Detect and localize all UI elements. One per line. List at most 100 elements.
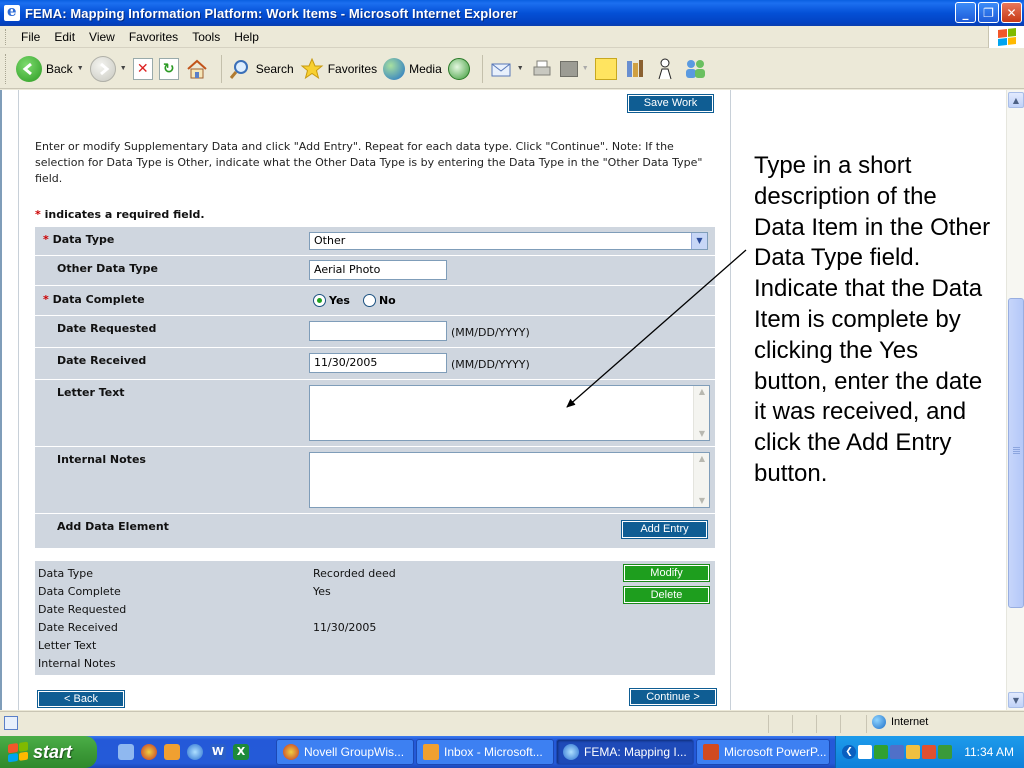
internal-notes-label: Internal Notes bbox=[57, 453, 146, 466]
other-data-type-input[interactable]: Aerial Photo bbox=[309, 260, 447, 280]
stop-button[interactable]: ✕ bbox=[132, 57, 153, 80]
letter-text-scrollbar[interactable]: ▲ ▼ bbox=[693, 386, 709, 440]
continue-button[interactable]: Continue > bbox=[629, 688, 717, 706]
edit-button[interactable]: ▼ bbox=[559, 60, 589, 77]
history-button[interactable] bbox=[447, 57, 470, 80]
menu-favorites[interactable]: Favorites bbox=[122, 30, 185, 44]
clock-tray-icon[interactable] bbox=[906, 745, 920, 759]
page-status-icon bbox=[4, 716, 18, 730]
summary-value: Recorded deed bbox=[313, 567, 396, 580]
date-received-label: Date Received bbox=[57, 354, 147, 367]
security-tray-icon[interactable] bbox=[922, 745, 936, 759]
taskbar: start W X Novell GroupWis... Inbox - Mic… bbox=[0, 736, 1024, 768]
show-desktop-icon[interactable] bbox=[118, 744, 134, 760]
back-dropdown-icon[interactable]: ▼ bbox=[77, 65, 84, 72]
summary-value: 11/30/2005 bbox=[313, 621, 377, 634]
tray-expand-icon[interactable]: ❮ bbox=[842, 745, 856, 759]
back-page-button[interactable]: < Back bbox=[37, 690, 125, 708]
edit-dropdown-icon[interactable]: ▼ bbox=[582, 65, 589, 72]
letter-text-area[interactable]: ▲ ▼ bbox=[309, 385, 710, 441]
status-divider bbox=[792, 715, 793, 733]
data-type-value: Other bbox=[314, 234, 346, 247]
taskbar-clock[interactable]: 11:34 AM bbox=[964, 745, 1014, 759]
minimize-button[interactable]: _ bbox=[955, 2, 976, 23]
task-powerpoint[interactable]: Microsoft PowerP... bbox=[696, 739, 830, 765]
task-label: FEMA: Mapping I... bbox=[584, 745, 687, 759]
edit-icon bbox=[559, 60, 578, 77]
tray-app-icon[interactable] bbox=[858, 745, 872, 759]
scroll-up-icon[interactable]: ▲ bbox=[1008, 92, 1024, 108]
messenger-button[interactable] bbox=[653, 57, 677, 81]
chevron-down-icon[interactable]: ▼ bbox=[691, 233, 707, 249]
date-requested-input[interactable] bbox=[309, 321, 447, 341]
forward-button[interactable]: ▼ bbox=[89, 55, 127, 82]
favorites-button[interactable]: Favorites bbox=[300, 57, 377, 81]
data-type-select[interactable]: Other ▼ bbox=[309, 232, 708, 250]
internal-notes-scrollbar[interactable]: ▲ ▼ bbox=[693, 453, 709, 507]
network-signal-icon[interactable] bbox=[874, 745, 888, 759]
title-bar[interactable]: FEMA: Mapping Information Platform: Work… bbox=[0, 0, 1024, 26]
window-title: FEMA: Mapping Information Platform: Work… bbox=[25, 5, 518, 21]
virtual-tray-icon[interactable] bbox=[938, 745, 952, 759]
media-button[interactable]: Media bbox=[383, 57, 442, 80]
date-received-row: Date Received 11/30/2005 (MM/DD/YYYY) bbox=[35, 348, 715, 380]
back-button[interactable]: Back ▼ bbox=[16, 55, 84, 82]
discuss-button[interactable] bbox=[594, 57, 617, 80]
task-fema-ie[interactable]: FEMA: Mapping I... bbox=[556, 739, 694, 765]
refresh-button[interactable]: ↻ bbox=[158, 57, 179, 80]
scroll-down-icon[interactable]: ▼ bbox=[1008, 692, 1024, 708]
messenger-icon bbox=[658, 58, 672, 79]
refresh-icon: ↻ bbox=[158, 57, 179, 80]
delete-button[interactable]: Delete bbox=[623, 586, 710, 604]
powerpoint-icon bbox=[703, 744, 719, 760]
menu-tools[interactable]: Tools bbox=[185, 30, 227, 44]
network-connection-icon[interactable] bbox=[890, 745, 904, 759]
page-scrollbar[interactable]: ▲ ▼ bbox=[1006, 90, 1024, 710]
zone-label: Internet bbox=[891, 716, 929, 728]
internal-notes-area[interactable]: ▲ ▼ bbox=[309, 452, 710, 508]
outlook-quicklaunch-icon[interactable] bbox=[164, 744, 180, 760]
summary-value: Yes bbox=[313, 585, 331, 598]
menu-file[interactable]: File bbox=[14, 30, 47, 44]
ie-icon bbox=[4, 2, 20, 21]
task-label: Inbox - Microsoft... bbox=[444, 745, 543, 759]
date-received-format-hint: (MM/DD/YYYY) bbox=[451, 358, 530, 371]
home-icon bbox=[187, 59, 207, 78]
summary-label: Date Requested bbox=[38, 603, 127, 616]
modify-button[interactable]: Modify bbox=[623, 564, 710, 582]
close-button[interactable]: ✕ bbox=[1001, 2, 1022, 23]
search-button[interactable]: Search bbox=[228, 57, 294, 81]
research-icon bbox=[626, 59, 643, 77]
status-divider bbox=[816, 715, 817, 733]
save-work-button[interactable]: Save Work bbox=[627, 94, 714, 113]
date-requested-row: Date Requested (MM/DD/YYYY) bbox=[35, 316, 715, 348]
ie-quicklaunch-icon[interactable] bbox=[187, 744, 203, 760]
supplementary-data-form: * Data Type Other ▼ Other Data Type Aeri… bbox=[35, 227, 715, 548]
search-icon bbox=[229, 59, 248, 79]
no-radio[interactable] bbox=[362, 294, 376, 307]
add-entry-button[interactable]: Add Entry bbox=[621, 520, 708, 539]
excel-quicklaunch-icon[interactable]: X bbox=[233, 744, 249, 760]
start-button[interactable]: start bbox=[0, 736, 97, 768]
word-quicklaunch-icon[interactable]: W bbox=[210, 744, 226, 760]
mail-button[interactable]: ▼ bbox=[489, 57, 524, 81]
yes-radio[interactable] bbox=[313, 294, 326, 307]
maximize-button[interactable]: ❐ bbox=[978, 2, 999, 23]
home-button[interactable] bbox=[185, 57, 209, 81]
task-inbox[interactable]: Inbox - Microsoft... bbox=[416, 739, 554, 765]
forward-dropdown-icon[interactable]: ▼ bbox=[120, 65, 127, 72]
contacts-button[interactable] bbox=[683, 57, 709, 81]
menu-view[interactable]: View bbox=[82, 30, 122, 44]
research-button[interactable] bbox=[623, 57, 647, 81]
groupwise-quicklaunch-icon[interactable] bbox=[141, 744, 157, 760]
system-tray: ❮ 11:34 AM bbox=[835, 736, 1024, 768]
mail-dropdown-icon[interactable]: ▼ bbox=[517, 65, 524, 72]
print-button[interactable] bbox=[530, 57, 554, 81]
task-groupwise[interactable]: Novell GroupWis... bbox=[276, 739, 414, 765]
menu-edit[interactable]: Edit bbox=[47, 30, 82, 44]
letter-text-row: Letter Text ▲ ▼ bbox=[35, 380, 715, 447]
menu-help[interactable]: Help bbox=[227, 30, 266, 44]
date-received-input[interactable]: 11/30/2005 bbox=[309, 353, 447, 373]
scrollbar-thumb[interactable] bbox=[1008, 298, 1024, 608]
ie-icon bbox=[563, 744, 579, 760]
